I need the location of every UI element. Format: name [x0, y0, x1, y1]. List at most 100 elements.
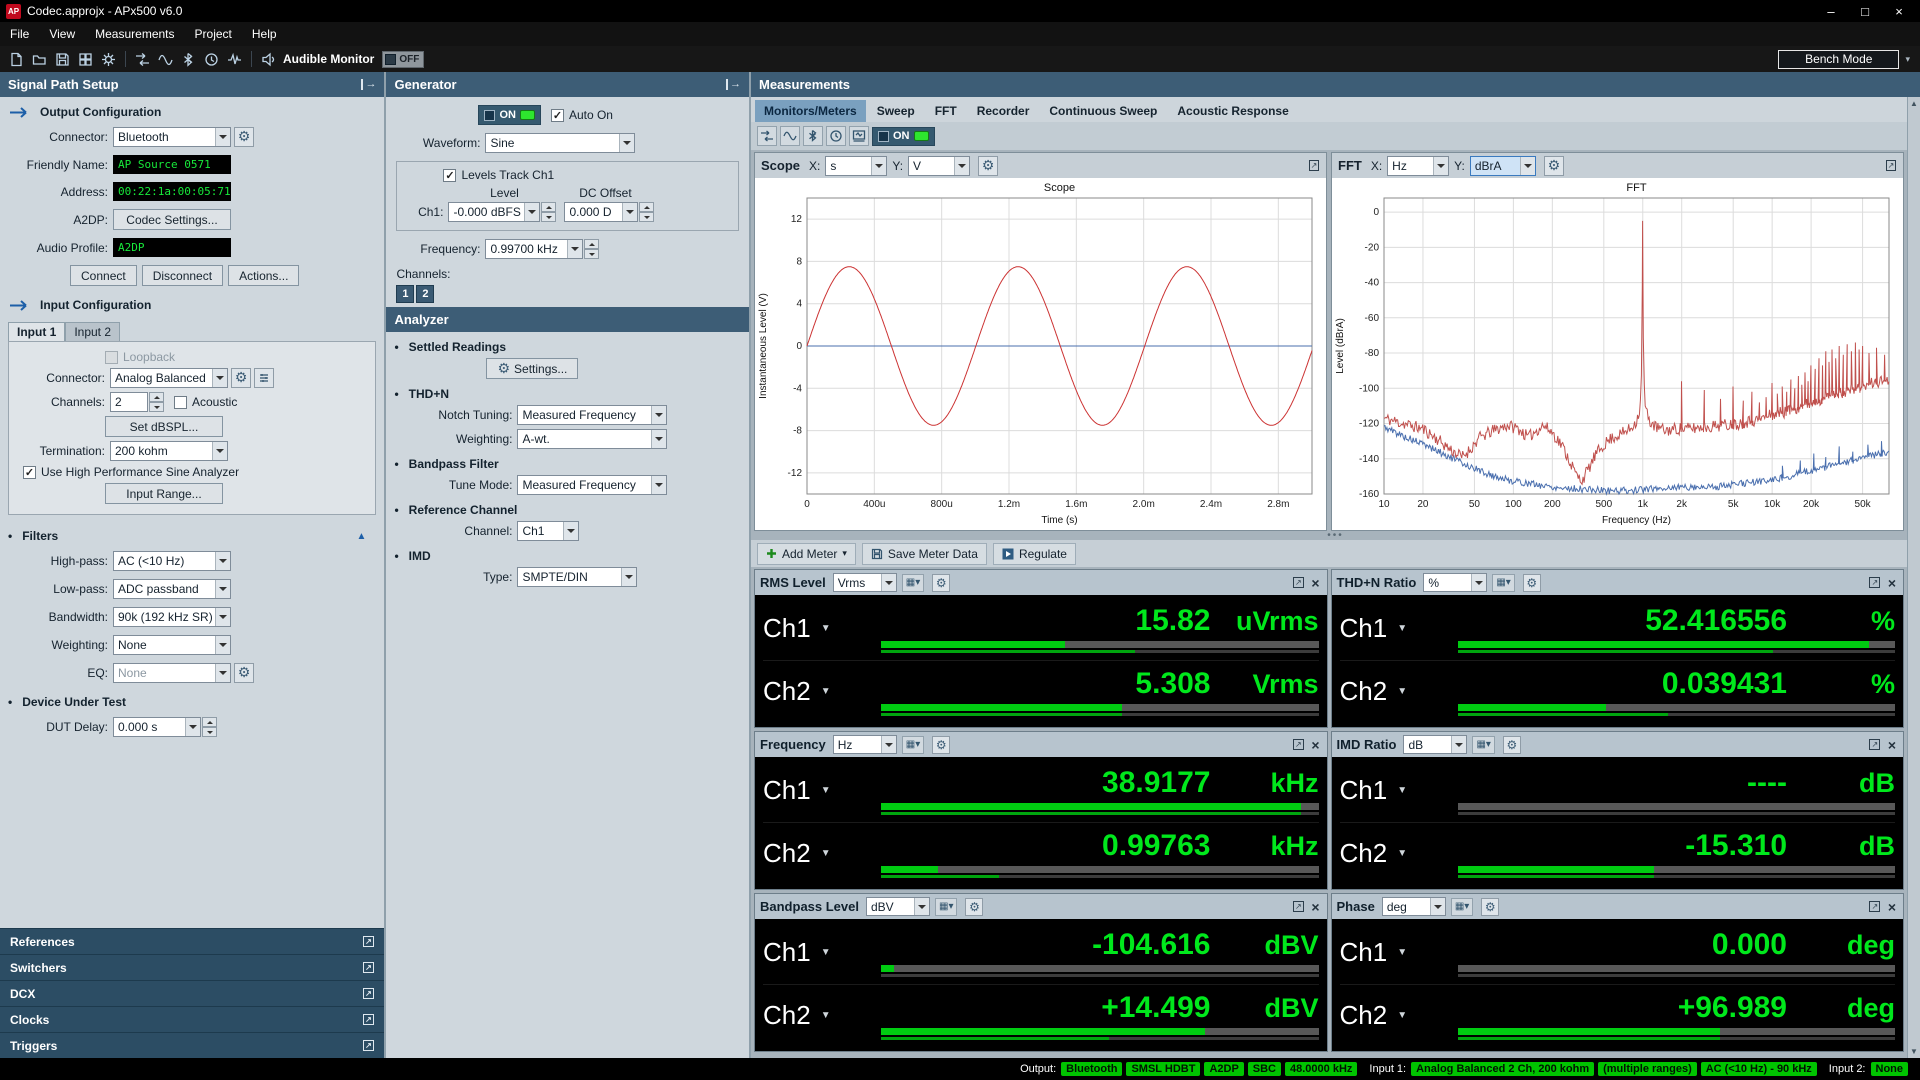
meter-settings-button[interactable]: ⚙: [1523, 574, 1541, 592]
bench-mode-button[interactable]: Bench Mode: [1778, 50, 1899, 69]
frequency-dropdown[interactable]: 0.99700 kHz: [485, 239, 583, 259]
popout-icon[interactable]: [1308, 160, 1320, 172]
popout-icon[interactable]: [1292, 577, 1304, 589]
input-connector-settings-button[interactable]: ⚙: [231, 368, 251, 388]
meter-display-options-icon[interactable]: ▦▾: [902, 574, 924, 592]
tab-monitors-meters[interactable]: Monitors/Meters: [755, 100, 866, 122]
meter-channel-selector[interactable]: Ch1 ▼: [1340, 921, 1458, 984]
audible-monitor-toggle[interactable]: OFF: [382, 51, 424, 68]
popout-icon[interactable]: [1869, 901, 1881, 913]
sidebar-bottom-item[interactable]: References: [0, 928, 384, 954]
fft-y-units-dropdown[interactable]: dBrA: [1470, 156, 1536, 176]
popout-icon[interactable]: [1885, 160, 1897, 172]
connect-button[interactable]: Connect: [70, 265, 137, 286]
regulate-button[interactable]: Regulate: [993, 543, 1076, 565]
open-project-icon[interactable]: [29, 49, 50, 70]
ch1-level-dropdown[interactable]: -0.000 dBFS: [448, 202, 540, 222]
close-icon[interactable]: ×: [1886, 737, 1898, 753]
tab-sweep[interactable]: Sweep: [868, 100, 924, 122]
meter-settings-button[interactable]: ⚙: [932, 574, 950, 592]
vertical-scrollbar[interactable]: ▲ ▼: [1907, 97, 1920, 1058]
popout-icon[interactable]: [1292, 901, 1304, 913]
step-down-icon[interactable]: [584, 249, 599, 259]
collapse-icon[interactable]: ▲: [357, 531, 367, 542]
project-settings-icon[interactable]: [98, 49, 119, 70]
thdn-weighting-dropdown[interactable]: A-wt.: [517, 429, 667, 449]
save-meter-data-button[interactable]: Save Meter Data: [862, 543, 987, 565]
meter-channel-selector[interactable]: Ch1 ▼: [763, 921, 881, 984]
sidebar-bottom-item[interactable]: Clocks: [0, 1006, 384, 1032]
input-connector-dropdown[interactable]: Analog Balanced: [110, 368, 228, 388]
close-icon[interactable]: ×: [1309, 899, 1321, 915]
popout-icon[interactable]: [1292, 739, 1304, 751]
signal-path-icon[interactable]: [757, 126, 777, 146]
maximize-button[interactable]: □: [1848, 1, 1882, 21]
manage-settings-icon[interactable]: [75, 49, 96, 70]
settled-settings-button[interactable]: ⚙ Settings...: [486, 358, 578, 379]
output-connector-dropdown[interactable]: Bluetooth: [113, 127, 231, 147]
channels-spinner[interactable]: 2: [110, 392, 148, 412]
ref-channel-dropdown[interactable]: Ch1: [517, 521, 579, 541]
meter-channel-selector[interactable]: Ch1 ▼: [1340, 597, 1458, 660]
close-icon[interactable]: ×: [1309, 575, 1321, 591]
sidebar-bottom-item[interactable]: DCX: [0, 980, 384, 1006]
channel-1-button[interactable]: 1: [396, 285, 414, 303]
tab-input-1[interactable]: Input 1: [8, 322, 65, 341]
dut-delay-dropdown[interactable]: 0.000 s: [113, 717, 201, 737]
eq-settings-button[interactable]: ⚙: [234, 663, 254, 683]
scope-x-units-dropdown[interactable]: s: [825, 156, 887, 176]
settling-icon[interactable]: [826, 126, 846, 146]
meter-channel-selector[interactable]: Ch2 ▼: [763, 823, 881, 886]
undock-icon[interactable]: →: [726, 79, 741, 90]
codec-settings-button[interactable]: Codec Settings...: [113, 209, 231, 230]
set-dbspl-button[interactable]: Set dBSPL...: [105, 416, 223, 437]
new-project-icon[interactable]: [6, 49, 27, 70]
meter-channel-selector[interactable]: Ch2 ▼: [1340, 823, 1458, 886]
meter-channel-selector[interactable]: Ch2 ▼: [763, 661, 881, 724]
popout-icon[interactable]: [362, 988, 374, 1000]
measurement-on-toggle[interactable]: ON: [872, 127, 935, 146]
acoustic-checkbox[interactable]: [174, 396, 187, 409]
popout-icon[interactable]: [362, 936, 374, 948]
step-up-icon[interactable]: [149, 392, 164, 402]
signal-path-icon[interactable]: [132, 49, 153, 70]
popout-icon[interactable]: [1869, 577, 1881, 589]
close-icon[interactable]: ×: [1886, 899, 1898, 915]
filter-weighting-dropdown[interactable]: None: [113, 635, 231, 655]
meter-channel-selector[interactable]: Ch2 ▼: [763, 985, 881, 1048]
popout-icon[interactable]: [1869, 739, 1881, 751]
ch1-level-stepper[interactable]: [541, 202, 556, 222]
save-project-icon[interactable]: [52, 49, 73, 70]
tab-acoustic-response[interactable]: Acoustic Response: [1168, 100, 1297, 122]
input-range-button[interactable]: Input Range...: [105, 483, 223, 504]
dut-delay-stepper[interactable]: [202, 717, 217, 737]
step-down-icon[interactable]: [149, 402, 164, 412]
tune-mode-dropdown[interactable]: Measured Frequency: [517, 475, 667, 495]
popout-icon[interactable]: [362, 1014, 374, 1026]
step-up-icon[interactable]: [639, 202, 654, 212]
meter-display-options-icon[interactable]: ▦▾: [935, 898, 957, 916]
meter-display-options-icon[interactable]: ▦▾: [1472, 736, 1494, 754]
generator-on-toggle[interactable]: ON: [478, 105, 541, 125]
meter-settings-button[interactable]: ⚙: [1481, 898, 1499, 916]
sidebar-bottom-item[interactable]: Switchers: [0, 954, 384, 980]
channels-stepper[interactable]: [149, 392, 164, 412]
sidebar-bottom-item[interactable]: Triggers: [0, 1032, 384, 1058]
tab-fft[interactable]: FFT: [926, 100, 966, 122]
step-up-icon[interactable]: [584, 239, 599, 249]
meter-channel-selector[interactable]: Ch2 ▼: [1340, 985, 1458, 1048]
meter-unit-dropdown[interactable]: dBV: [866, 897, 930, 916]
toolbar-overflow-icon[interactable]: ▾: [1901, 54, 1914, 65]
monitor-icon[interactable]: [224, 49, 245, 70]
fft-x-units-dropdown[interactable]: Hz: [1387, 156, 1449, 176]
menu-item[interactable]: File: [0, 24, 39, 44]
step-down-icon[interactable]: [639, 212, 654, 222]
meter-display-icon[interactable]: [849, 126, 869, 146]
menu-item[interactable]: Help: [242, 24, 287, 44]
generator-icon[interactable]: [155, 49, 176, 70]
generator-icon[interactable]: [780, 126, 800, 146]
auto-on-checkbox[interactable]: [551, 109, 564, 122]
add-meter-button[interactable]: Add Meter ▾: [757, 543, 856, 565]
meter-settings-button[interactable]: ⚙: [932, 736, 950, 754]
channel-2-button[interactable]: 2: [416, 285, 434, 303]
